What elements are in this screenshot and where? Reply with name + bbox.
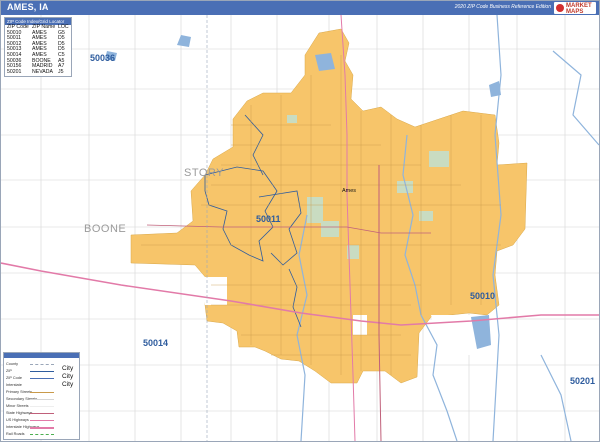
legend-item-rail-roads: Rail Roads bbox=[6, 432, 25, 436]
legend-swatch bbox=[30, 399, 54, 400]
legend-city-label: City bbox=[62, 381, 74, 388]
legend-item-state-highways: State Highways bbox=[6, 411, 33, 415]
legend-item-interstate: Interstate bbox=[6, 383, 22, 387]
legend-swatch bbox=[30, 364, 54, 365]
legend-city-label: City bbox=[62, 373, 74, 380]
legend-swatch bbox=[30, 420, 54, 421]
legend-item-zip-code: ZIP Code bbox=[6, 376, 22, 380]
zip-label-50010: 50010 bbox=[470, 291, 496, 301]
legend-header bbox=[4, 353, 79, 358]
map-legend: County ZIP ZIP Code Interstate Primary S… bbox=[3, 352, 80, 440]
legend-item-primary-streets: Primary Streets bbox=[6, 390, 33, 394]
legend-swatch bbox=[30, 392, 54, 393]
legend-item-minor-streets: Minor Streets bbox=[6, 404, 29, 408]
legend-swatch bbox=[30, 434, 54, 435]
county-label-story: STORY bbox=[184, 167, 224, 179]
brand-logo: MARKET MAPS bbox=[554, 2, 596, 15]
zip-label-50201: 50201 bbox=[570, 376, 596, 386]
legend-item-us-highways: US Highways bbox=[6, 418, 29, 422]
legend-item-zip: ZIP bbox=[6, 369, 12, 373]
brand-label: MARKET MAPS bbox=[566, 3, 592, 15]
map-title: AMES, IA bbox=[7, 2, 49, 12]
county-label-boone: BOONE bbox=[84, 223, 127, 235]
legend-swatch bbox=[30, 378, 54, 379]
title-bar: AMES, IA 2020 ZIP Code Business Referenc… bbox=[1, 1, 599, 15]
legend-swatch bbox=[30, 427, 54, 429]
legend-item-county: County bbox=[6, 362, 19, 366]
zip-label-50036: 50036 bbox=[90, 53, 116, 63]
legend-city-label: City bbox=[62, 365, 74, 372]
edition-label: 2020 ZIP Code Business Reference Edition bbox=[454, 4, 551, 10]
city-label-ames: Ames bbox=[342, 188, 357, 194]
loc-cell: J5 bbox=[58, 68, 64, 75]
legend-swatch bbox=[30, 371, 54, 372]
legend-swatch bbox=[30, 406, 54, 407]
zip-label-50014: 50014 bbox=[143, 338, 169, 348]
zip-index-table: ZIP Code Index/Grid Locator ZIP Code ZIP… bbox=[4, 17, 72, 77]
zip-code-cell: 50201 bbox=[7, 68, 22, 75]
brand-mark-icon bbox=[556, 4, 564, 12]
zip-label-50011: 50011 bbox=[256, 214, 281, 224]
zip-index-row: 50201 NEVADA J5 bbox=[5, 68, 71, 76]
legend-swatch bbox=[30, 413, 54, 414]
zip-name-cell: NEVADA bbox=[32, 68, 53, 75]
